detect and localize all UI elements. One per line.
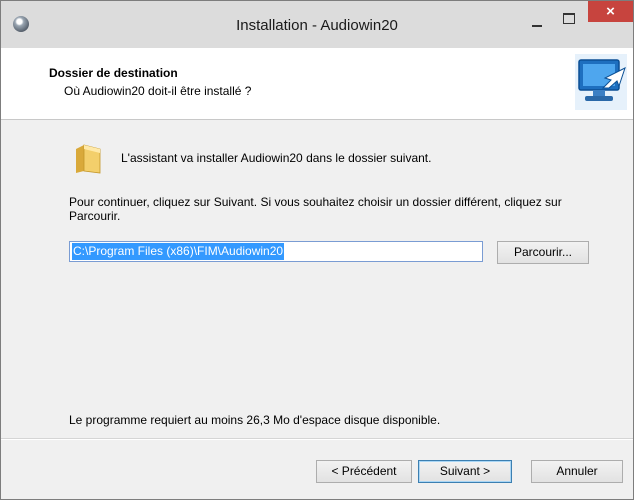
folder-icon (76, 144, 101, 174)
installer-window: Installation - Audiowin20 × Dossier de d… (0, 0, 634, 500)
instructions-text: Pour continuer, cliquez sur Suivant. Si … (69, 195, 562, 223)
minimize-button[interactable] (524, 13, 550, 35)
destination-path-value: C:\Program Files (x86)\FIM\Audiowin20 (72, 243, 285, 260)
page-subtitle: Où Audiowin20 doit-il être installé ? (64, 84, 252, 98)
wizard-header: Dossier de destination Où Audiowin20 doi… (1, 48, 633, 120)
footer-separator (1, 438, 633, 440)
disk-space-text: Le programme requiert au moins 26,3 Mo d… (69, 413, 441, 427)
wizard-content: L'assistant va installer Audiowin20 dans… (1, 119, 633, 437)
computer-arrow-icon (575, 54, 627, 110)
page-title: Dossier de destination (49, 66, 178, 80)
close-button[interactable]: × (588, 1, 633, 22)
intro-text: L'assistant va installer Audiowin20 dans… (121, 151, 432, 165)
next-button[interactable]: Suivant > (418, 460, 512, 483)
back-button[interactable]: < Précédent (316, 460, 412, 483)
cancel-button[interactable]: Annuler (531, 460, 623, 483)
title-bar[interactable]: Installation - Audiowin20 × (1, 1, 633, 48)
destination-path-input[interactable]: C:\Program Files (x86)\FIM\Audiowin20 (69, 241, 483, 262)
browse-button[interactable]: Parcourir... (497, 241, 589, 264)
maximize-button[interactable] (556, 9, 582, 31)
